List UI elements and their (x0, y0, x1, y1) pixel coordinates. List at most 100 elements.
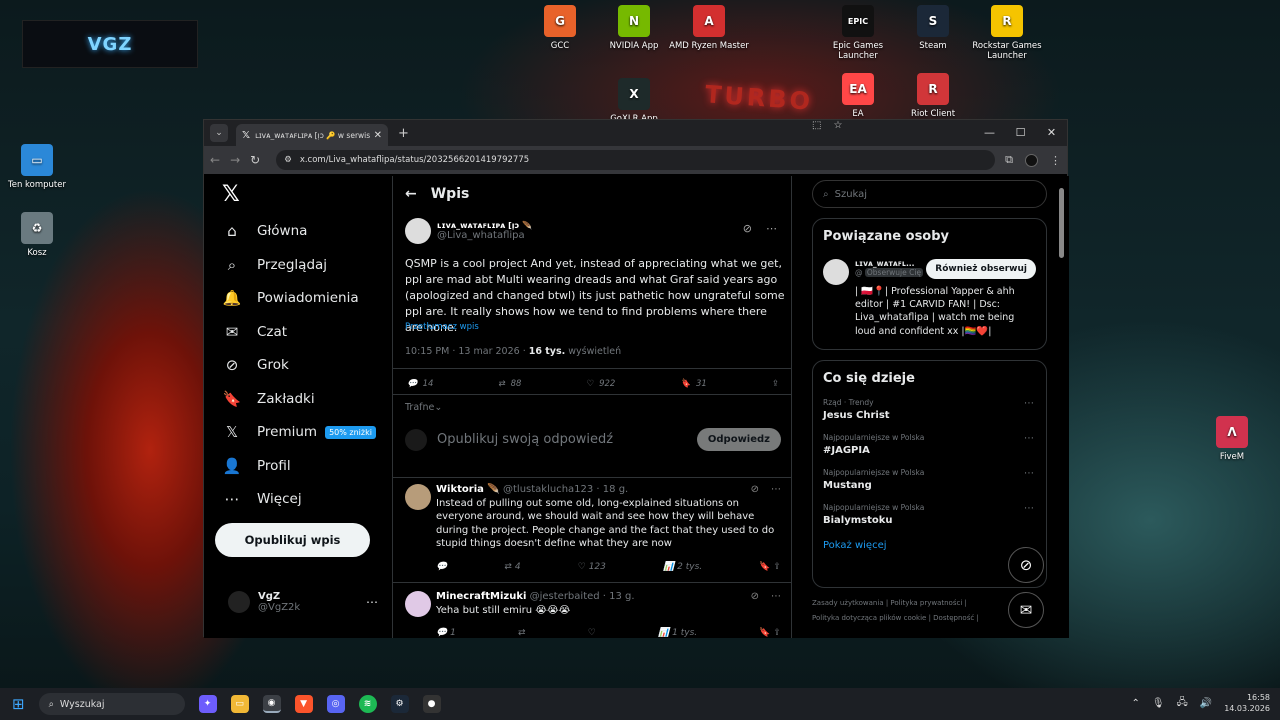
reply-button[interactable]: Odpowiedz (696, 428, 781, 451)
desktop-icon-1[interactable]: N NVIDIA App (594, 5, 674, 51)
nav-item-2[interactable]: 🔔 Powiadomienia (222, 289, 359, 307)
trend-item[interactable]: Najpopularniejsze w Polska #JAGPIA ⋯ (823, 433, 1036, 456)
clock[interactable]: 16:58 14.03.2026 (1224, 692, 1270, 714)
grok-icon[interactable]: ⊘ (751, 484, 759, 495)
more-dots-icon[interactable]: ⋯ (1024, 503, 1034, 514)
share-icon[interactable]: ⇪ (772, 379, 779, 389)
menu-icon[interactable]: ⋮ (1050, 154, 1061, 167)
show-more-link[interactable]: Pokaż więcej (823, 540, 1036, 551)
obs-icon[interactable]: ● (422, 695, 441, 713)
reload-icon[interactable]: ↻ (250, 153, 260, 167)
new-tab-icon[interactable]: + (398, 126, 409, 141)
messages-float-icon[interactable]: ✉ (1008, 592, 1044, 628)
desktop-icon-2[interactable]: A AMD Ryzen Master (669, 5, 749, 51)
translate-link[interactable]: Przetłumacz wpis (405, 322, 479, 332)
grok-icon[interactable]: ⊘ (751, 591, 759, 602)
desktop-icon-8[interactable]: R Riot Client (893, 73, 973, 119)
more-dots-icon[interactable]: ⋯ (1024, 398, 1034, 409)
nav-item-6[interactable]: 𝕏 Premium 50% zniżki (222, 423, 376, 441)
nav-item-7[interactable]: 👤 Profil (222, 457, 291, 475)
bookmark-icon[interactable]: 🔖 ⇪ (759, 562, 781, 572)
nav-item-5[interactable]: 🔖 Zakładki (222, 390, 315, 408)
more-dots-icon[interactable]: ⋯ (1024, 468, 1034, 479)
views-action[interactable]: 📊 1 tys. (658, 628, 697, 638)
desktop-icon-4[interactable]: S Steam (893, 5, 973, 51)
main-column: ← Wpis ʟɪᴠᴀ_ᴡᴀᴛᴀꜰʟɪᴘᴀ [ᴉɔ 🪶 @Liva_whataf… (392, 176, 792, 638)
reply-input[interactable]: Opublikuj swoją odpowiedź (437, 432, 613, 447)
repost-action[interactable]: ⇄ 88 (498, 379, 521, 389)
desktop-icon-fivem[interactable]: Λ FiveM (1192, 416, 1272, 462)
more-dots-icon[interactable]: ⋯ (771, 484, 781, 495)
reply-tweet[interactable]: MinecraftMizuki @jesterbaited · 13 g. Yeh… (405, 591, 781, 638)
grok-float-icon[interactable]: ⊘ (1008, 547, 1044, 583)
more-dots-icon[interactable]: ⋯ (366, 595, 378, 609)
chevron-up-icon[interactable]: ⌃ (1131, 698, 1139, 709)
related-person[interactable]: ʟɪᴠᴀ_ᴡᴀᴛᴀꜰʟ... @ Obserwuje Cię Również o… (823, 259, 1036, 285)
nav-item-4[interactable]: ⊘ Grok (222, 356, 289, 374)
more-dots-icon[interactable]: ⋯ (766, 222, 777, 235)
trend-item[interactable]: Najpopularniejsze w Polska Mustang ⋯ (823, 468, 1036, 491)
address-bar[interactable]: ⚙ x.com/Liva_whataflipa/status/203256620… (276, 120, 996, 170)
more-dots-icon[interactable]: ⋯ (1024, 433, 1034, 444)
repost-action[interactable]: ⇄ (518, 628, 526, 638)
taskbar-apps: ✦ ▭ ◉ ▼ ◎ ≋ ⚙ ● (198, 695, 441, 713)
reply-action[interactable]: 💬 (436, 562, 447, 572)
desktop-icon-7[interactable]: EA EA (818, 73, 898, 119)
windows-start-icon[interactable]: ⊞ (12, 695, 25, 713)
microphone-icon[interactable]: 🎙 (1152, 698, 1165, 709)
reply-tweet[interactable]: Wiktoria 🪶 @tlustaklucha123 · 18 g. Inste… (405, 484, 781, 572)
reply-action[interactable]: 💬 1 (436, 628, 456, 638)
heart-action[interactable]: ♡ (588, 628, 596, 638)
desktop-icon-left-1[interactable]: ♻ Kosz (0, 212, 77, 258)
follow-button[interactable]: Również obserwuj (926, 259, 1036, 279)
nav-item-1[interactable]: ⌕ Przeglądaj (222, 256, 327, 274)
post-author[interactable]: ʟɪᴠᴀ_ᴡᴀᴛᴀꜰʟɪᴘᴀ [ᴉɔ 🪶 @Liva_whataflipa (405, 218, 532, 244)
trend-item[interactable]: Najpopularniejsze w Polska Bialymstoku ⋯ (823, 503, 1036, 526)
tab-search-icon[interactable]: ⌄ (210, 124, 228, 142)
grok-icon[interactable]: ⊘ (743, 222, 752, 235)
home-icon: ⌂ (227, 222, 237, 240)
chrome-icon[interactable]: ◉ (262, 695, 281, 713)
related-bio: | 🇵🇱📍| Professional Yapper & ahh editor … (855, 286, 1015, 337)
desktop-icon-0[interactable]: G GCC (520, 5, 600, 51)
taskbar-search[interactable]: ⌕ Wyszukaj (38, 693, 185, 715)
desktop-icon-left-0[interactable]: ▭ Ten komputer (0, 144, 77, 190)
trend-item[interactable]: Rząd · Trendy Jesus Christ ⋯ (823, 398, 1036, 421)
network-icon[interactable]: 🖧 (1177, 695, 1188, 712)
views-action[interactable]: 📊 2 tys. (663, 562, 702, 572)
back-arrow-icon[interactable]: ← (405, 186, 417, 202)
nav-item-8[interactable]: ⋯ Więcej (222, 490, 302, 508)
forward-icon[interactable]: → (230, 153, 240, 167)
tab-x-post[interactable]: 𝕏 ʟɪᴠᴀ_ᴡᴀᴛᴀꜰʟɪᴘᴀ [ᴉɔ 🔑 w serwisie X ✕ (236, 124, 388, 146)
like-action[interactable]: ♡ 922 (586, 379, 615, 389)
brave-icon[interactable]: ▼ (294, 695, 313, 713)
taskbar-search-label: Wyszukaj (59, 698, 105, 710)
reply-action[interactable]: 💬 14 (407, 379, 433, 389)
desktop-icon-3[interactable]: EPIC Epic Games Launcher (818, 5, 898, 61)
search-input[interactable]: ⌕ Szukaj (812, 180, 1047, 208)
nav-item-3[interactable]: ✉ Czat (222, 323, 287, 341)
site-info-icon[interactable]: ⚙ (284, 155, 292, 165)
desktop-icon-5[interactable]: R Rockstar Games Launcher (967, 5, 1047, 61)
sort-dropdown[interactable]: Trafne⌄ (405, 402, 442, 413)
x-logo-icon[interactable]: 𝕏 (222, 182, 240, 207)
repost-action[interactable]: ⇄ 4 (504, 562, 520, 572)
bookmark-icon[interactable]: 🔖 ⇪ (759, 628, 781, 638)
bookmark-action[interactable]: 🔖 31 (680, 379, 706, 389)
nav-item-label: Profil (257, 458, 291, 474)
nav-item-0[interactable]: ⌂ Główna (222, 222, 307, 240)
copilot-icon[interactable]: ✦ (198, 695, 217, 713)
desktop-icon-6[interactable]: XGoXLR App (594, 78, 674, 124)
more-dots-icon[interactable]: ⋯ (771, 591, 781, 602)
account-switcher[interactable]: VgZ @VgZ2k ⋯ (228, 591, 378, 613)
discord-icon[interactable]: ◎ (326, 695, 345, 713)
file-explorer-icon[interactable]: ▭ (230, 695, 249, 713)
back-icon[interactable]: ← (210, 153, 220, 167)
steam-icon[interactable]: ⚙ (390, 695, 409, 713)
post-button[interactable]: Opublikuj wpis (215, 523, 370, 557)
close-tab-icon[interactable]: ✕ (374, 130, 382, 141)
spotify-icon[interactable]: ≋ (358, 695, 377, 713)
scrollbar[interactable] (1059, 176, 1065, 638)
volume-icon[interactable]: 🔊 (1200, 698, 1212, 709)
heart-action[interactable]: ♡ 123 (578, 562, 606, 572)
